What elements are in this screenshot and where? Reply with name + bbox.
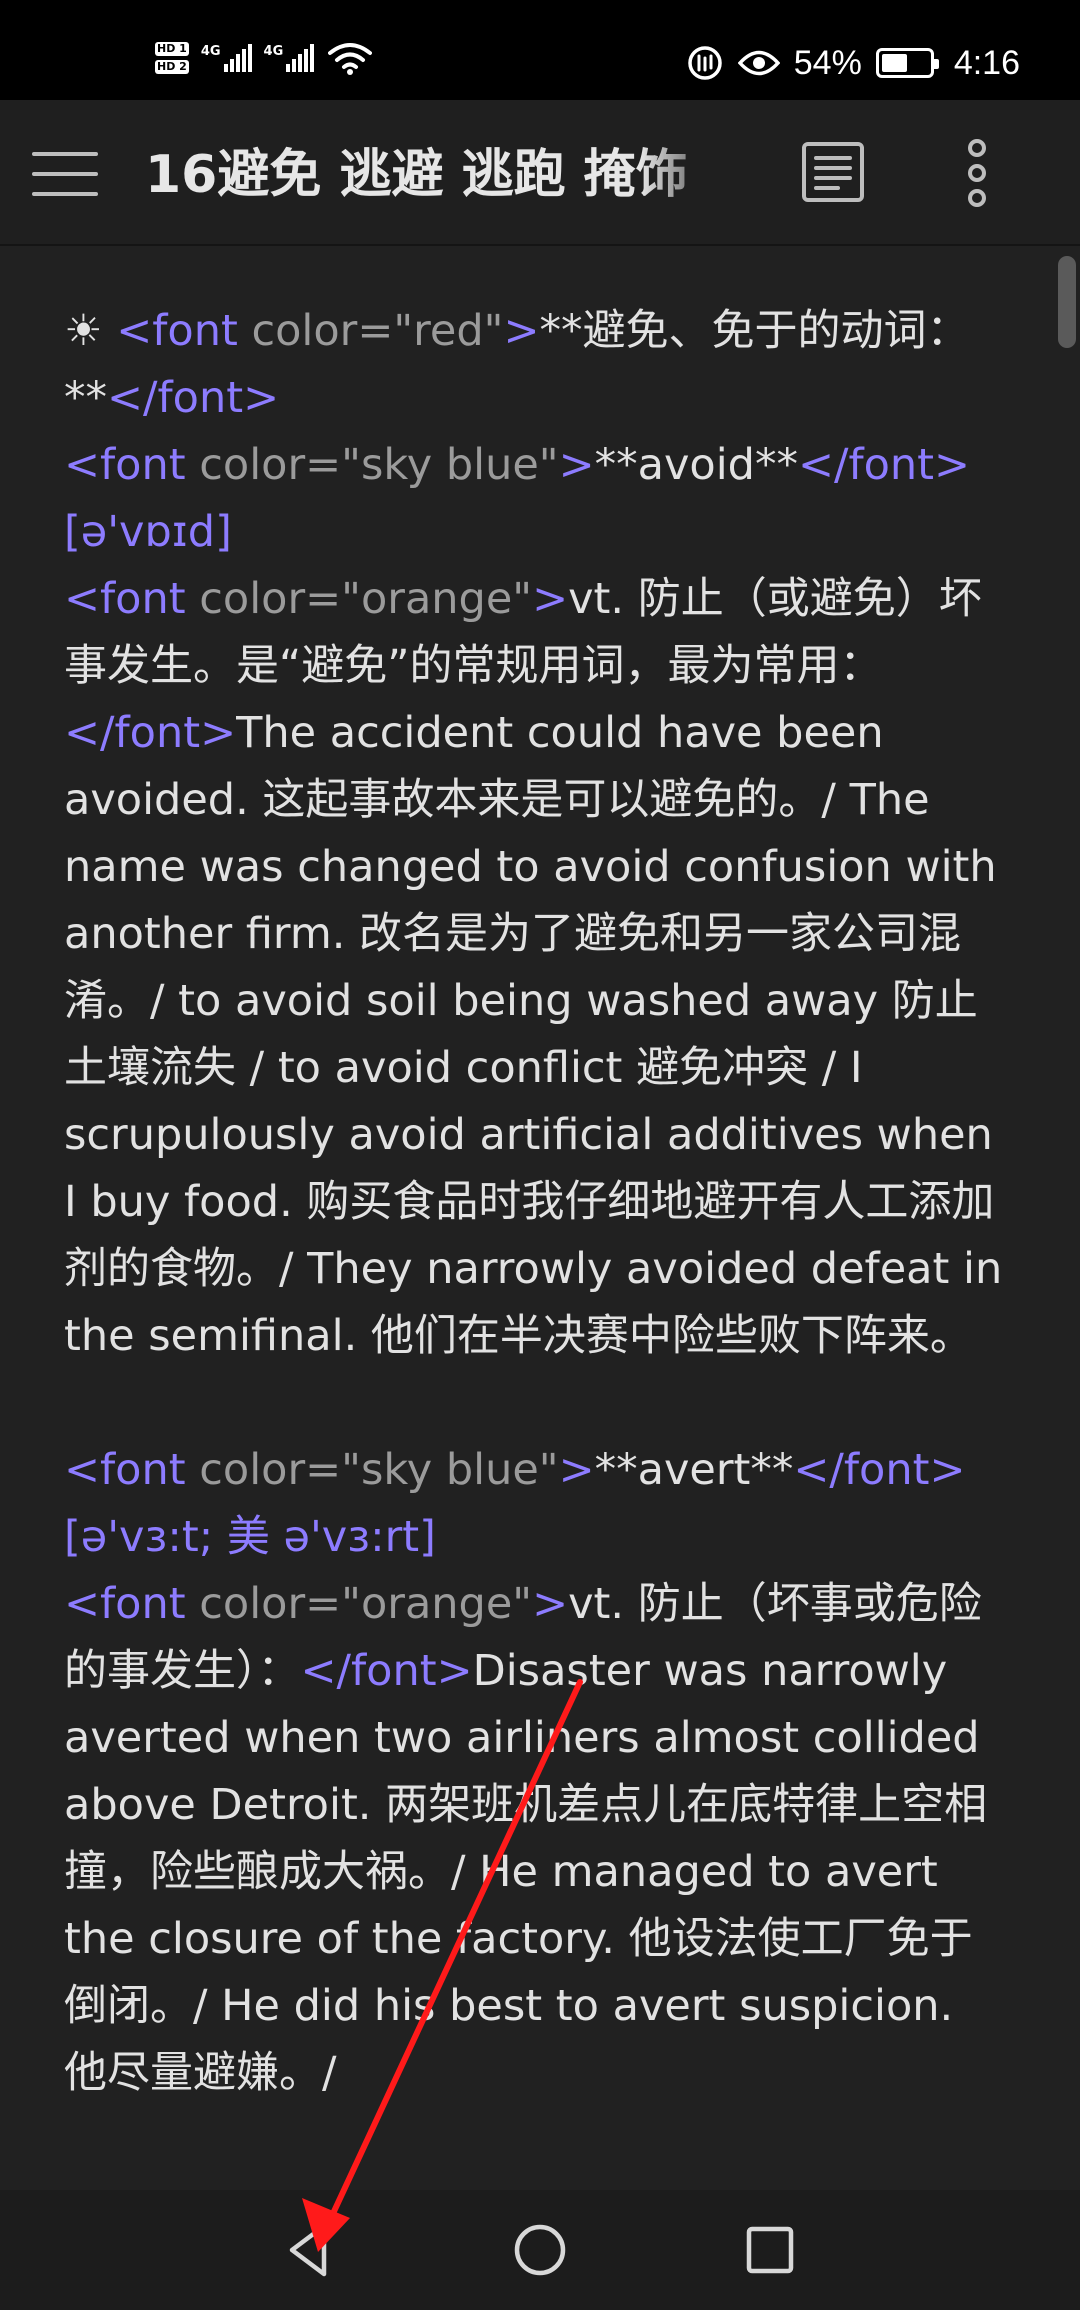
recents-square-icon[interactable] [734,2214,806,2286]
font-attr: color="red" [237,306,504,356]
font-tag: <font [116,306,238,356]
more-vertical-icon[interactable] [955,138,999,208]
font-attr: color="sky blue" [185,440,559,490]
font-close-tag: </font> [793,1445,966,1495]
hamburger-menu-icon[interactable] [30,146,102,202]
data-saver-icon [688,46,722,80]
font-attr: color="sky blue" [185,1445,559,1495]
font-close-tag: </font> [64,708,237,758]
headword-avert: **avert** [594,1445,794,1495]
clock: 4:16 [953,43,1020,82]
reading-mode-icon[interactable] [800,140,868,204]
signal2-icon: 4G [264,44,315,72]
signal1-icon: 4G [201,44,252,72]
font-tag: > [532,574,569,624]
font-attr: color="orange" [185,574,533,624]
ipa-avoid: [ə'vɒɪd] [64,507,232,557]
font-close-tag: </font> [797,440,971,490]
wifi-icon [328,43,373,75]
app-toolbar: 16避免 逃避 逃跑 掩饰 [0,100,1080,246]
eye-comfort-icon [737,50,780,76]
examples-avoid: The accident could have been avoided. 这起… [64,708,1016,1361]
font-tag: > [503,306,540,356]
status-right: 54% 4:16 [686,36,1020,90]
sim1-label: HD 1 [155,42,189,56]
font-close-tag: </font> [300,1646,473,1696]
note-content-area[interactable]: ☀ <font color="red">**避免、免于的动词：**</font>… [0,248,1080,2190]
battery-fill [881,54,907,72]
status-bar: HD 1 HD 2 4G 4G 54% 4:16 [0,0,1080,100]
sun-symbol: ☀ [64,306,117,356]
font-tag: > [558,1445,595,1495]
font-tag: > [558,440,595,490]
home-circle-icon[interactable] [504,2214,576,2286]
note-title: 16避免 逃避 逃跑 掩饰 [145,145,688,205]
battery-percent: 54% [793,43,862,82]
sim1-indicator: HD 1 [155,42,189,56]
sim2-label: HD 2 [155,60,189,74]
font-tag: <font [64,1445,186,1495]
headword-avoid: **avoid** [594,440,798,490]
network1-label: 4G [200,44,221,59]
examples-avert: Disaster was narrowly averted when two a… [64,1646,994,2098]
system-nav-bar [0,2190,1080,2310]
note-body[interactable]: ☀ <font color="red">**避免、免于的动词：**</font>… [64,298,1004,2107]
scrollbar-thumb[interactable] [1058,256,1076,348]
font-attr: color="orange" [185,1579,533,1629]
font-tag: <font [64,440,186,490]
sim-indicators: HD 1 HD 2 [155,42,189,74]
back-triangle-icon[interactable] [274,2214,346,2286]
network2-label: 4G [263,44,284,59]
font-tag: > [532,1579,569,1629]
font-tag: <font [64,574,186,624]
font-close-tag: </font> [107,373,280,423]
ipa-avert: [ə'vɜ:t; 美 ə'vɜ:rt] [64,1512,436,1562]
status-left: HD 1 HD 2 4G 4G [155,28,373,88]
battery-icon [875,48,939,78]
font-tag: <font [64,1579,186,1629]
sim2-indicator: HD 2 [155,60,189,74]
